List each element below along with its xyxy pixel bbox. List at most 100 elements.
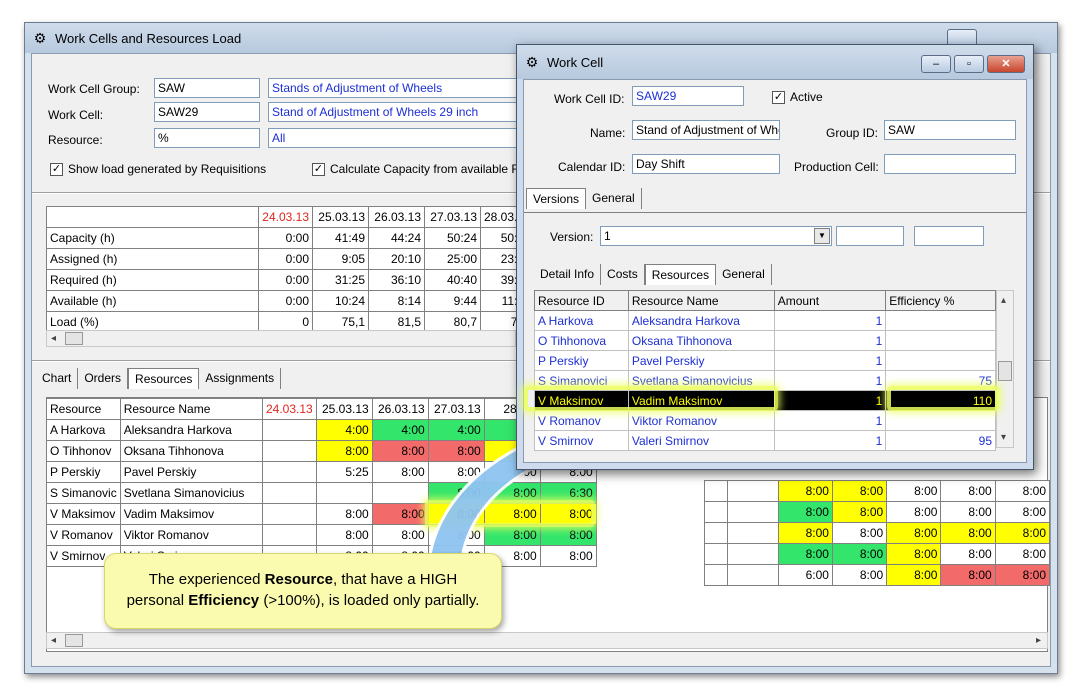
scroll-right-icon[interactable]: ▸ [1036, 635, 1041, 646]
minimize-button[interactable]: ‒ [921, 55, 951, 73]
grid-row[interactable]: A Harkova Aleksandra Harkova 1 [534, 310, 996, 331]
date-header: 25.03.13 [312, 206, 369, 228]
load-cell: 8:00 [940, 522, 996, 544]
column-header[interactable]: Amount [773, 290, 887, 311]
grid-cell: 1 [773, 410, 887, 431]
active-checkbox[interactable]: ✓ [772, 91, 785, 104]
load-cell: 8:00 [940, 543, 996, 565]
scroll-thumb[interactable] [65, 634, 83, 647]
load-cell: 8:00 [831, 522, 888, 544]
resource-id-cell: S Simanovic [46, 482, 121, 504]
chevron-down-icon[interactable]: ▼ [814, 228, 830, 244]
load-cell [726, 522, 779, 544]
col-resource-header[interactable]: Resource [46, 398, 121, 420]
grid-cell [885, 350, 996, 371]
table-row[interactable]: 6:00 8:00 8:00 8:00 8:00 [704, 564, 1051, 586]
load-cell: 5:25 [315, 461, 373, 483]
group-id-field[interactable]: SAW [884, 120, 1016, 140]
grid-cell [885, 310, 996, 331]
tab-general[interactable]: General [716, 264, 772, 285]
load-cell [704, 501, 728, 523]
version-extra-field-2[interactable] [914, 226, 984, 246]
scroll-thumb[interactable] [998, 361, 1012, 381]
load-cell: 11: [479, 290, 522, 312]
scroll-left-icon[interactable]: ◂ [51, 635, 56, 646]
version-select[interactable]: 1 [600, 226, 832, 246]
tab-orders[interactable]: Orders [78, 368, 129, 389]
table-row[interactable]: 8:00 8:00 8:00 8:00 8:00 [704, 480, 1051, 502]
resource-id-cell: V Romanov [46, 524, 121, 546]
load-scrollbar[interactable]: ◂ [46, 330, 516, 347]
resource-name-cell: Pavel Perskiy [119, 461, 263, 483]
tab-assignments[interactable]: Assignments [199, 368, 282, 389]
column-header[interactable]: Resource Name [627, 290, 775, 311]
tab-detail-info[interactable]: Detail Info [534, 264, 602, 285]
table-row[interactable]: 8:00 8:00 8:00 8:00 8:00 [704, 501, 1051, 523]
resources-scrollbar[interactable]: ◂ ▸ [46, 632, 1048, 649]
tab-general[interactable]: General [586, 188, 642, 209]
version-extra-field-1[interactable] [836, 226, 904, 246]
load-cell: 39: [479, 269, 522, 291]
calc-capacity-checkbox[interactable]: ✓ [312, 163, 325, 176]
load-cell [261, 461, 317, 483]
scroll-down-icon[interactable]: ▾ [1001, 432, 1006, 443]
load-cell: 6:00 [777, 564, 833, 586]
load-cell [726, 543, 779, 565]
tab-costs[interactable]: Costs [601, 264, 645, 285]
tab-chart[interactable]: Chart [36, 368, 79, 389]
col-name-header[interactable]: Resource Name [119, 398, 263, 420]
tab-versions[interactable]: Versions [526, 188, 587, 209]
group-id-label: Group ID: [826, 126, 879, 140]
show-load-checkbox[interactable]: ✓ [50, 163, 63, 176]
load-cell: 0:00 [258, 290, 313, 312]
tab-resources[interactable]: Resources [644, 264, 717, 285]
load-cell: 8:00 [994, 543, 1051, 565]
grid-cell [885, 410, 996, 431]
load-cell: 8:00 [777, 522, 833, 544]
scroll-left-icon[interactable]: ◂ [51, 333, 56, 344]
load-cell: 44:24 [368, 227, 425, 249]
column-header[interactable]: Resource ID [534, 290, 629, 311]
grid-row[interactable]: V Romanov Viktor Romanov 1 [534, 410, 996, 431]
date-header: 24.03.13 [258, 206, 313, 228]
dialog-grid-header: Resource ID Resource Name Amount Efficiency… [534, 290, 996, 311]
scroll-thumb[interactable] [65, 332, 83, 345]
grid-cell: 1 [773, 430, 887, 451]
grid-row[interactable]: V Smirnov Valeri Smirnov 1 95 [534, 430, 996, 451]
work-cell-code-field[interactable]: SAW29 [154, 102, 260, 122]
load-cell: 31:25 [312, 269, 369, 291]
tab-resources[interactable]: Resources [128, 368, 200, 389]
work-cell-name-field[interactable]: Stand of Adjustment of Wheels 29 inch [268, 102, 518, 122]
load-cell: 8:00 [831, 543, 888, 565]
close-button[interactable]: ✕ [987, 55, 1025, 73]
app-gear-icon: ⚙ [525, 54, 539, 70]
work-cell-id-field[interactable]: SAW29 [632, 86, 744, 106]
column-header[interactable]: Efficiency % [885, 290, 996, 311]
dialog-vscrollbar[interactable]: ▴ ▾ [996, 290, 1014, 448]
name-field[interactable]: Stand of Adjustment of Whe [632, 120, 780, 140]
load-cell: 8:00 [315, 503, 373, 525]
work-cell-group-code-field[interactable]: SAW [154, 78, 260, 98]
date-header: 25.03.13 [315, 398, 373, 420]
dialog-row-highlight [524, 386, 778, 411]
load-table-row: Assigned (h) 0:00 9:05 20:10 25:00 23: [46, 248, 522, 270]
load-cell [704, 564, 728, 586]
table-row[interactable]: 8:00 8:00 8:00 8:00 8:00 [704, 522, 1051, 544]
resource-code-field[interactable]: % [154, 128, 260, 148]
load-table-header: 24.03.13 25.03.13 26.03.13 27.03.13 28.03. [46, 206, 522, 228]
load-cell [704, 522, 728, 544]
grid-row[interactable]: O Tihhonova Oksana Tihhonova 1 [534, 330, 996, 351]
resource-name-field[interactable]: All [268, 128, 518, 148]
work-cell-group-name-field[interactable]: Stands of Adjustment of Wheels [268, 78, 518, 98]
maximize-button[interactable]: ▫ [954, 55, 984, 73]
table-row[interactable]: 8:00 8:00 8:00 8:00 8:00 [704, 543, 1051, 565]
load-cell: 9:44 [424, 290, 481, 312]
load-table-row: Capacity (h) 0:00 41:49 44:24 50:24 50: [46, 227, 522, 249]
load-cell: 8:00 [831, 564, 888, 586]
load-row-label: Capacity (h) [46, 227, 259, 249]
scroll-up-icon[interactable]: ▴ [1001, 295, 1006, 306]
calendar-field[interactable]: Day Shift [632, 154, 780, 174]
grid-row[interactable]: P Perskiy Pavel Perskiy 1 [534, 350, 996, 371]
production-cell-field[interactable] [884, 154, 1016, 174]
show-load-label: Show load generated by Requisitions [68, 162, 267, 176]
